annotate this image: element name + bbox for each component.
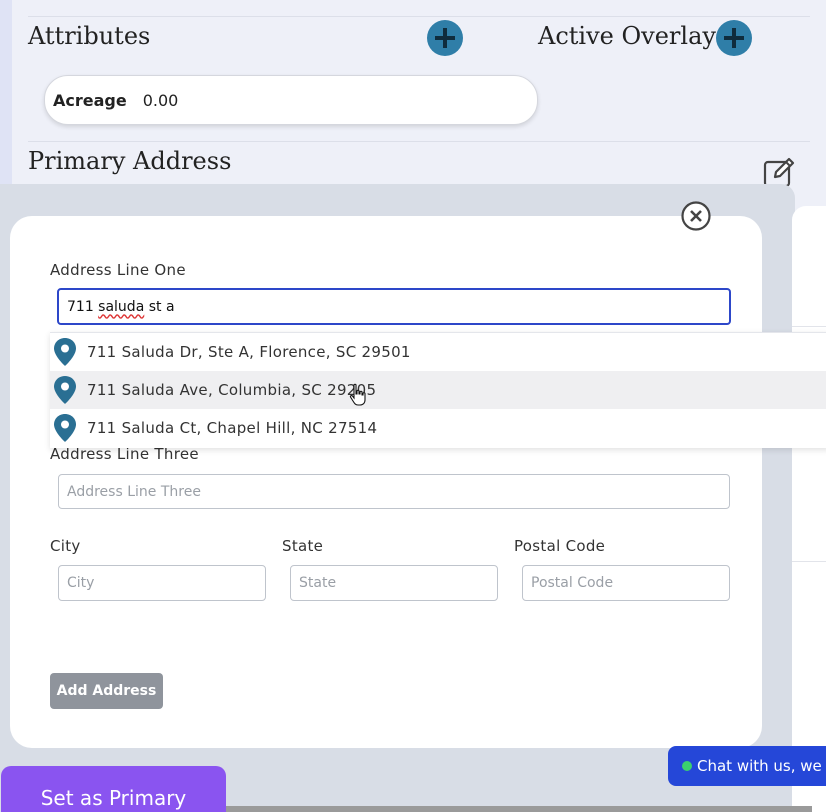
acreage-attribute-pill[interactable]: Acreage 0.00 [44, 75, 538, 125]
primary-address-heading: Primary Address [28, 147, 232, 175]
set-as-primary-label: Set as Primary [40, 786, 187, 810]
divider [792, 561, 826, 562]
suggestion-item[interactable]: 711 Saluda Ave, Columbia, SC 29205 [50, 371, 826, 409]
typed-text: 711 [67, 298, 99, 315]
hand-cursor-icon [349, 383, 366, 406]
postal-code-label: Postal Code [514, 537, 606, 555]
add-address-modal: Address Line One 711 saluda st a Address… [10, 216, 762, 748]
add-address-button[interactable]: Add Address [50, 673, 163, 709]
attribute-label: Acreage [53, 90, 127, 110]
city-label: City [50, 537, 81, 555]
address-line-three-input[interactable] [58, 474, 730, 509]
add-attribute-button[interactable] [427, 20, 463, 56]
state-label: State [282, 537, 324, 555]
plus-icon [435, 28, 455, 48]
suggestion-text: 711 Saluda Ct, Chapel Hill, NC 27514 [87, 419, 378, 437]
attributes-heading: Attributes [28, 22, 151, 50]
close-icon[interactable] [681, 201, 711, 231]
location-pin-icon [54, 414, 76, 442]
city-input[interactable] [58, 565, 266, 601]
suggestion-item[interactable]: 711 Saluda Ct, Chapel Hill, NC 27514 [50, 409, 826, 447]
set-as-primary-button[interactable]: Set as Primary [1, 766, 226, 812]
address-line-one-label: Address Line One [50, 261, 186, 279]
divider [28, 141, 810, 142]
state-input[interactable] [290, 565, 498, 601]
misspelled-word: saluda [98, 298, 145, 315]
horizontal-scrollbar[interactable] [226, 806, 812, 812]
typed-text: st a [144, 298, 175, 315]
plus-icon [724, 28, 744, 48]
postal-code-input[interactable] [522, 565, 730, 601]
active-overlays-heading: Active Overlays [538, 22, 729, 50]
chat-widget[interactable]: Chat with us, we are [668, 746, 826, 786]
address-suggestions-dropdown: 711 Saluda Dr, Ste A, Florence, SC 29501… [50, 332, 826, 448]
suggestion-item[interactable]: 711 Saluda Dr, Ste A, Florence, SC 29501 [50, 333, 826, 371]
divider [28, 16, 810, 17]
chat-label: Chat with us, we are [697, 757, 826, 775]
location-pin-icon [54, 376, 76, 404]
location-pin-icon [54, 338, 76, 366]
suggestion-text: 711 Saluda Ave, Columbia, SC 29205 [87, 381, 377, 399]
address-line-one-input[interactable]: 711 saluda st a [57, 288, 731, 325]
attribute-value: 0.00 [142, 90, 179, 110]
suggestion-text: 711 Saluda Dr, Ste A, Florence, SC 29501 [87, 343, 411, 361]
online-status-dot [682, 761, 692, 771]
divider [792, 326, 826, 327]
add-overlay-button[interactable] [716, 20, 752, 56]
background-card [792, 206, 826, 812]
